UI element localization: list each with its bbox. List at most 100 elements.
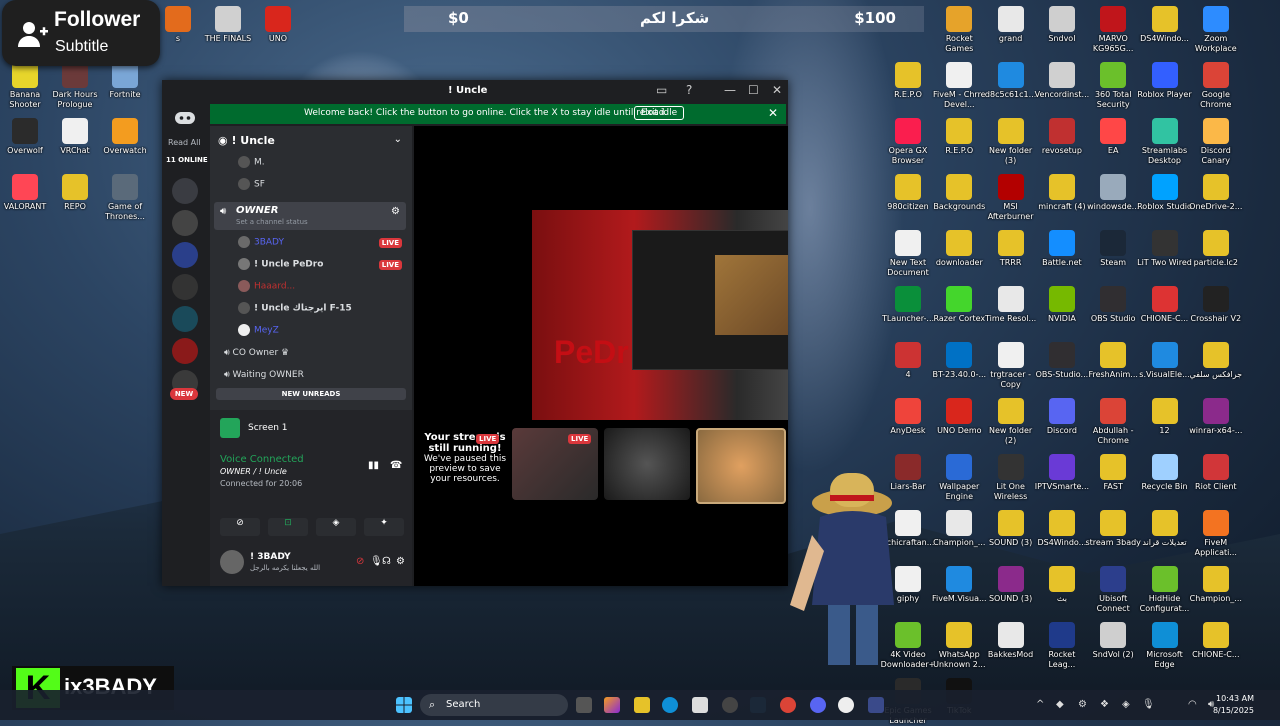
desktop-icon[interactable]: New folder (3) (983, 118, 1039, 166)
desktop-icon[interactable]: Banana Shooter (0, 62, 53, 110)
desktop-icon[interactable]: UNO Demo (931, 398, 987, 436)
desktop-icon[interactable]: Discord (1034, 398, 1090, 436)
chevron-up-icon[interactable]: ^ (1036, 699, 1044, 710)
avatar[interactable] (220, 550, 244, 574)
discord-home-icon[interactable] (175, 110, 195, 126)
desktop-icon[interactable]: UNO (250, 6, 306, 44)
voice-channel-waiting[interactable]: 🔊︎ Waiting OWNER (224, 370, 304, 380)
desktop-icon[interactable]: Discord Canary (1188, 118, 1244, 166)
windows-start-icon[interactable] (396, 697, 412, 713)
settings-icon[interactable]: ⚙ (391, 206, 400, 217)
desktop-icon[interactable]: BakkesMod (983, 622, 1039, 660)
voice-channel-owner[interactable]: 🔊︎ OWNER Set a channel status ⚙ (214, 202, 406, 230)
server-icon[interactable] (172, 210, 198, 236)
server-name[interactable]: ◉ ! Uncle (218, 134, 275, 147)
server-icon[interactable] (172, 242, 198, 268)
desktop-icon[interactable]: WhatsApp Unknown 2... (931, 622, 987, 670)
screen-share-button[interactable]: ⊡ (268, 518, 308, 536)
desktop-icon[interactable]: AnyDesk (880, 398, 936, 436)
voice-user[interactable]: ! Uncle ايرجتاك F-15 (238, 302, 352, 314)
desktop-icon[interactable]: FAST (1085, 454, 1141, 492)
voice-user[interactable]: ! Uncle PeDro (238, 258, 323, 270)
desktop-icon[interactable]: Rocket Leag... (1034, 622, 1090, 670)
participant-tile[interactable] (696, 428, 786, 504)
desktop-icon[interactable]: OBS-Studio... (1034, 342, 1090, 380)
desktop-icon[interactable]: TRRR (983, 230, 1039, 268)
server-icon[interactable] (172, 338, 198, 364)
headphones-icon[interactable]: ☊ (382, 556, 391, 567)
desktop-icon[interactable]: Crosshair V2 (1188, 286, 1244, 324)
desktop-icon[interactable]: NVIDIA (1034, 286, 1090, 324)
desktop-icon[interactable]: HidHide Configurat... (1137, 566, 1193, 614)
desktop-icon[interactable]: Streamlabs Desktop (1137, 118, 1193, 166)
voice-user[interactable]: M. (238, 156, 265, 168)
desktop-icon[interactable]: BT-23.40.0-... (931, 342, 987, 380)
chevron-down-icon[interactable]: ⌄ (394, 134, 402, 145)
desktop-icon[interactable]: trgtracer - Copy (983, 342, 1039, 390)
help-icon[interactable]: ? (686, 83, 692, 97)
edge-icon[interactable] (662, 697, 678, 713)
desktop-icon[interactable]: Rocket Games (931, 6, 987, 54)
desktop-icon[interactable]: Sndvol (1034, 6, 1090, 44)
desktop-icon[interactable]: Time Resol... (983, 286, 1039, 324)
desktop-icon[interactable]: OneDrive-2... (1188, 174, 1244, 212)
tray-icon[interactable]: ⚙ (1078, 699, 1087, 710)
clock-app-icon[interactable] (838, 697, 854, 713)
desktop-icon[interactable]: TLauncher-... (880, 286, 936, 324)
desktop-icon[interactable]: Backgrounds (931, 174, 987, 212)
desktop-icon[interactable]: FiveM Applicati... (1188, 510, 1244, 558)
desktop-icon[interactable]: CHIONE-C... (1188, 622, 1244, 660)
maximize-button[interactable]: ☐ (748, 83, 759, 97)
desktop-icon[interactable]: s.VisualEle... (1137, 342, 1193, 380)
tray-icon[interactable]: ◆ (1056, 699, 1064, 710)
voice-user[interactable]: Haaard... (238, 280, 295, 292)
desktop-icon[interactable]: Recycle Bin (1137, 454, 1193, 492)
desktop-icon[interactable]: R.E.P.O (880, 62, 936, 100)
desktop-icon[interactable]: IPTVSmarte... (1034, 454, 1090, 492)
desktop-icon[interactable]: New folder (2) (983, 398, 1039, 446)
new-unreads-bar[interactable]: NEW UNREADS (216, 388, 406, 400)
file-explorer-icon[interactable] (634, 697, 650, 713)
desktop-icon[interactable]: Microsoft Edge (1137, 622, 1193, 670)
desktop-icon[interactable]: 12 (1137, 398, 1193, 436)
desktop-icon[interactable]: Ubisoft Connect (1085, 566, 1141, 614)
banner-close-icon[interactable]: ✕ (768, 106, 778, 120)
user-settings-icon[interactable]: ⚙ (396, 556, 405, 567)
tray-icon[interactable]: ❖ (1100, 699, 1109, 710)
desktop-icon[interactable]: Lit One Wireless (983, 454, 1039, 502)
desktop-icon[interactable]: Dark Hours Prologue (47, 62, 103, 110)
server-icon[interactable] (172, 178, 198, 204)
desktop-icon[interactable]: Wallpaper Engine (931, 454, 987, 502)
soundboard-button[interactable]: ✦ (364, 518, 404, 536)
microphone-icon[interactable]: 🎙︎ (370, 556, 383, 567)
desktop-icon[interactable]: Google Chrome (1188, 62, 1244, 110)
steam-icon[interactable] (750, 697, 766, 713)
screen-share-panel[interactable]: Screen 1 (210, 410, 412, 446)
desktop-icon[interactable]: Opera GX Browser (880, 118, 936, 166)
exit-idle-button[interactable]: Exit idle (634, 106, 685, 120)
desktop-icon[interactable]: FreshAnim... (1085, 342, 1141, 380)
voice-connected-label[interactable]: Voice Connected (220, 454, 304, 465)
desktop-icon[interactable]: Riot Client (1188, 454, 1244, 492)
discord-icon[interactable] (810, 697, 826, 713)
desktop-icon[interactable]: EA (1085, 118, 1141, 156)
participant-tile[interactable] (604, 428, 690, 500)
voice-channel-co-owner[interactable]: 🔊︎ CO Owner ♛ (224, 348, 289, 358)
desktop-icon[interactable]: Champion_... (1188, 566, 1244, 604)
desktop-icon[interactable]: windowsde... (1085, 174, 1141, 212)
desktop-icon[interactable]: MSI Afterburner (983, 174, 1039, 222)
wifi-icon[interactable]: ◠ (1188, 699, 1197, 710)
task-view-icon[interactable] (576, 697, 592, 713)
read-all-button[interactable]: Read All (168, 138, 201, 147)
camera-off-icon[interactable]: ⊘ (356, 556, 364, 567)
desktop-icon[interactable]: VALORANT (0, 174, 53, 212)
desktop-icon[interactable]: SOUND (3) (983, 510, 1039, 548)
desktop-icon[interactable]: Champion_... (931, 510, 987, 548)
desktop-icon[interactable]: CHIONE-C... (1137, 286, 1193, 324)
copilot-icon[interactable] (604, 697, 620, 713)
tray-icon[interactable]: ◈ (1122, 699, 1130, 710)
voice-channel-path[interactable]: OWNER / ! Uncle (220, 467, 287, 476)
desktop-icon[interactable]: Razer Cortex (931, 286, 987, 324)
current-username[interactable]: ! 3BADY (250, 552, 291, 562)
desktop-icon[interactable]: جرافكس سلفي (1188, 342, 1244, 380)
